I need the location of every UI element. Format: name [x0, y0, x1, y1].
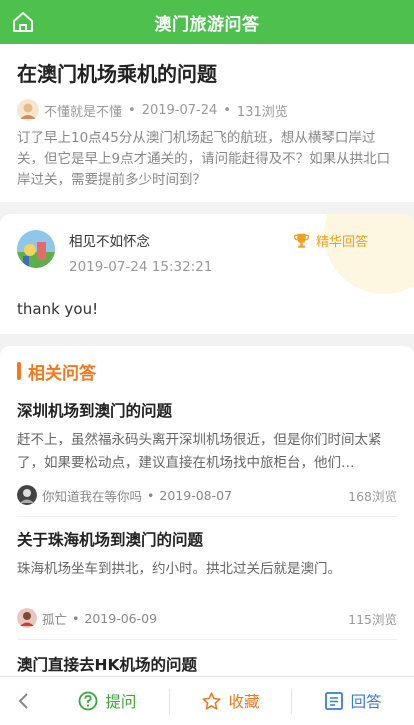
edit-icon: [324, 692, 343, 710]
related-item-title[interactable]: 关于珠海机场到澳门的问题: [17, 529, 397, 551]
author-avatar[interactable]: [17, 99, 39, 121]
answer-button[interactable]: 回答: [291, 677, 414, 725]
separator-dot: •: [128, 102, 136, 118]
related-item-body: 珠海机场坐车到拱北，约小时。拱北过关后就是澳门。: [17, 561, 341, 577]
question-card: 在澳门机场乘机的问题 不懂就是不懂 • 2019-07-24 • 131浏览 订…: [0, 44, 414, 202]
heading-accent-bar: [17, 362, 21, 380]
user-name[interactable]: 孤亡: [42, 609, 67, 628]
user-avatar[interactable]: [17, 485, 37, 505]
page-title: 澳门旅游问答: [154, 14, 260, 35]
related-item-body: 赶不上，虽然福永码头离开深圳机场很近，但是你们时间太紧了，如果要松动点，建议直接…: [17, 432, 382, 471]
item-date: 2019-06-09: [84, 610, 158, 626]
question-title: 在澳门机场乘机的问题: [17, 62, 217, 86]
answer-time: 2019-07-24 15:32:21: [69, 259, 213, 275]
featured-badge: 精华回答: [293, 231, 368, 250]
chevron-left-icon: [18, 693, 28, 709]
related-item[interactable]: 深圳机场到澳门的问题 赶不上，虽然福永码头离开深圳机场很近，但是你们时间太紧了，…: [17, 400, 397, 517]
related-item-title[interactable]: 深圳机场到澳门的问题: [17, 400, 397, 422]
star-icon: [201, 691, 221, 710]
answer-label: 回答: [350, 693, 382, 711]
bottom-bar: 提问 收藏 回答: [0, 676, 414, 725]
author-name[interactable]: 不懂就是不懂: [44, 101, 122, 120]
related-item-meta: 你知道我在等你吗 • 2019-08-07 168浏览: [17, 484, 397, 506]
favorite-button[interactable]: 收藏: [168, 677, 292, 725]
question-views: 131浏览: [236, 104, 288, 120]
item-views: 115浏览: [348, 611, 397, 627]
favorite-label: 收藏: [228, 693, 260, 711]
ask-label: 提问: [105, 693, 137, 711]
answerer-avatar[interactable]: [17, 230, 55, 268]
featured-badge-label: 精华回答: [315, 235, 368, 250]
answer-text: thank you!: [17, 300, 99, 318]
user-name[interactable]: 你知道我在等你吗: [42, 486, 142, 505]
related-heading: 相关问答: [17, 360, 397, 384]
user-avatar[interactable]: [17, 608, 37, 628]
related-item[interactable]: 澳门直接去HK机场的问题: [17, 654, 397, 676]
related-heading-label: 相关问答: [28, 363, 96, 384]
back-button[interactable]: [0, 677, 46, 725]
home-icon[interactable]: [10, 9, 36, 35]
top-bar: 澳门旅游问答: [0, 0, 414, 44]
question-circle-icon: [78, 691, 98, 711]
answer-card: 相见不如怀念 2019-07-24 15:32:21 精华回答 thank yo…: [0, 214, 414, 334]
question-date: 2019-07-24: [141, 102, 218, 118]
ask-button[interactable]: 提问: [46, 677, 169, 725]
question-body: 订了早上10点45分从澳门机场起飞的航班，想从横琴口岸过关，但它是早上9点才通关…: [17, 130, 391, 188]
trophy-icon: [294, 233, 309, 248]
item-date: 2019-08-07: [159, 487, 233, 503]
related-item[interactable]: 关于珠海机场到澳门的问题 珠海机场坐车到拱北，约小时。拱北过关后就是澳门。 孤亡…: [17, 529, 397, 640]
separator-dot: •: [147, 487, 155, 503]
related-item-title[interactable]: 澳门直接去HK机场的问题: [17, 654, 397, 676]
answerer-name[interactable]: 相见不如怀念: [69, 232, 212, 252]
decorative-circle: [324, 214, 414, 294]
question-meta: 不懂就是不懂 • 2019-07-24 • 131浏览: [17, 98, 397, 122]
separator-dot: •: [72, 610, 80, 626]
separator-dot: •: [223, 102, 231, 118]
related-item-meta: 孤亡 • 2019-06-09 115浏览: [17, 607, 397, 629]
item-views: 168浏览: [348, 488, 397, 504]
related-card: 相关问答 深圳机场到澳门的问题 赶不上，虽然福永码头离开深圳机场很近，但是你们时…: [0, 346, 414, 676]
